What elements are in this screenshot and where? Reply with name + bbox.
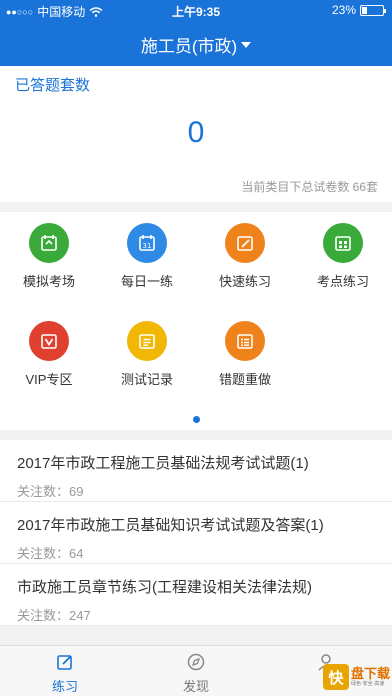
watermark-logo: 快 盘下载 绿色·安全·高速 (322, 664, 390, 690)
status-bar-right: 23% (331, 3, 386, 17)
vip-button (29, 321, 69, 361)
grid-label: 快速练习 (218, 274, 271, 289)
grid-item-vip[interactable]: VIP专区 (0, 321, 98, 388)
quick-practice-button (225, 223, 265, 263)
tab-discover[interactable]: 发现 (166, 652, 226, 695)
grid-label: 考点练习 (316, 274, 369, 289)
page-title: 施工员(市政) (140, 36, 238, 56)
grid-label: 测试记录 (120, 372, 173, 387)
wrong-list-icon (237, 334, 253, 349)
compass-icon (187, 653, 205, 671)
category-selector[interactable]: 施工员(市政) (140, 32, 252, 57)
daily-practice-button: 31 (127, 223, 167, 263)
test-record-button (127, 321, 167, 361)
grid-label: 每日一练 (120, 274, 173, 289)
status-bar: ●●○○○ 中国移动 上午9:35 23% (0, 0, 392, 22)
total-papers-text: 当前类目下总试卷数 66套 (241, 180, 378, 194)
paper-title: 2017年市政施工员基础知识考试试题及答案(1) (17, 517, 324, 534)
watermark-text: 盘下载 (350, 666, 390, 681)
svg-text:31: 31 (143, 242, 152, 250)
page-indicator-dot[interactable] (193, 416, 200, 423)
paper-title: 2017年市政工程施工员基础法规考试试题(1) (17, 455, 309, 472)
grid-item-quick-practice[interactable]: 快速练习 (196, 223, 294, 290)
watermark-subtext: 绿色·安全·高速 (350, 681, 385, 687)
feature-grid: 模拟考场 31 每日一练 快速练习 考点练习 VIP专区 测试记录 错题重做 (0, 212, 392, 430)
navbar: 施工员(市政) (0, 22, 392, 66)
mock-exam-button (29, 223, 69, 263)
grid-item-key-points[interactable]: 考点练习 (294, 223, 392, 290)
edit-icon (237, 236, 253, 251)
vip-icon (41, 334, 57, 349)
follow-count: 关注数：69 (17, 484, 84, 499)
grid-item-mock-exam[interactable]: 模拟考场 (0, 223, 98, 290)
wrong-redo-button (225, 321, 265, 361)
list-item[interactable]: 2017年市政施工员基础知识考试试题及答案(1) 关注数：64 (0, 502, 392, 564)
answered-count: 0 (187, 116, 205, 149)
follow-count: 关注数：247 (17, 608, 91, 623)
paper-title: 市政施工员章节练习(工程建设相关法律法规) (17, 579, 312, 596)
summary-panel: 已答题套数 0 当前类目下总试卷数 66套 (0, 66, 392, 202)
watermark-text-block: 盘下载 绿色·安全·高速 (351, 667, 390, 687)
grid-item-wrong-redo[interactable]: 错题重做 (196, 321, 294, 388)
battery-icon (360, 4, 386, 16)
tab-practice[interactable]: 练习 (35, 652, 95, 695)
grid-label: VIP专区 (25, 372, 73, 387)
tab-label: 发现 (182, 679, 209, 694)
watermark-badge: 快 (322, 664, 349, 690)
battery-fill (362, 6, 367, 14)
grid-label: 模拟考场 (22, 274, 75, 289)
answered-label: 已答题套数 (15, 77, 91, 94)
tab-label: 练习 (51, 679, 78, 694)
list-item[interactable]: 市政施工员章节练习(工程建设相关法律法规) 关注数：247 (0, 564, 392, 626)
paper-list: 2017年市政工程施工员基础法规考试试题(1) 关注数：69 2017年市政施工… (0, 440, 392, 626)
pencil-square-icon (57, 655, 72, 670)
caret-down-icon (241, 42, 252, 48)
grid-calendar-icon (335, 236, 351, 251)
follow-count: 关注数：64 (17, 546, 84, 561)
grid-item-test-record[interactable]: 测试记录 (98, 321, 196, 388)
calendar-icon: 31 (139, 235, 155, 251)
record-icon (139, 334, 155, 349)
battery-percent: 23% (331, 3, 356, 17)
key-points-button (323, 223, 363, 263)
grid-item-daily-practice[interactable]: 31 每日一练 (98, 223, 196, 290)
exam-icon (41, 235, 57, 251)
grid-label: 错题重做 (218, 372, 271, 387)
list-item[interactable]: 2017年市政工程施工员基础法规考试试题(1) 关注数：69 (0, 440, 392, 502)
